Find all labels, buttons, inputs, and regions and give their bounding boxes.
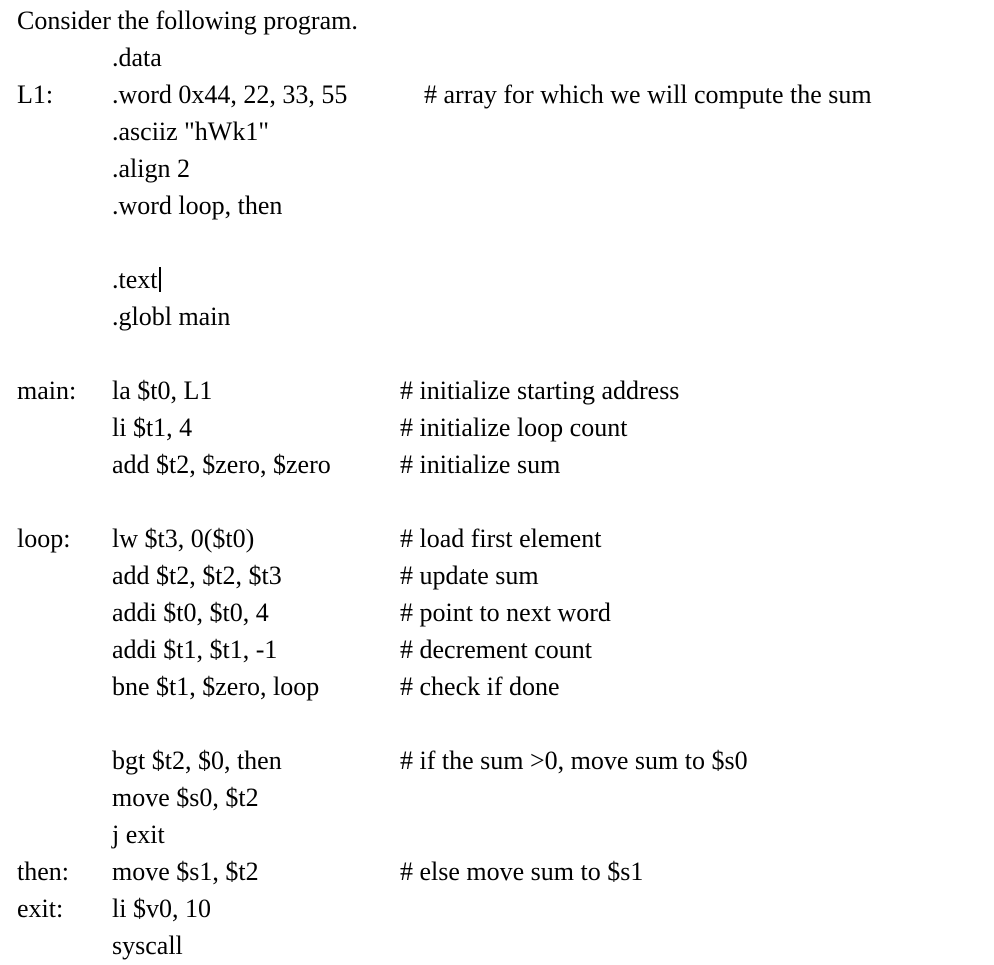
- code-line: syscall: [0, 927, 994, 964]
- code-instruction: .text: [112, 261, 161, 298]
- code-label: main:: [17, 376, 77, 405]
- code-instruction-text: .data: [112, 43, 162, 72]
- code-line: .asciiz "hWk1": [0, 113, 994, 150]
- code-instruction-text: addi $t1, $t1, -1: [112, 635, 278, 664]
- code-instruction: addi $t1, $t1, -1: [112, 631, 277, 668]
- code-instruction-text: .align 2: [112, 154, 190, 183]
- code-line: .word loop, then: [0, 187, 994, 224]
- code-instruction-text: move $s0, $t2: [112, 783, 259, 812]
- code-instruction-text: add $t2, $zero, $zero: [112, 450, 331, 479]
- code-comment: # check if done: [400, 672, 560, 701]
- code-label: exit:: [17, 894, 64, 923]
- code-instruction-text: .text: [112, 265, 158, 294]
- code-line: bne $t1, $zero, loop # check if done: [0, 668, 994, 705]
- code-line: move $s0, $t2: [0, 779, 994, 816]
- code-instruction-text: .word 0x44, 22, 33, 55: [112, 80, 348, 109]
- code-line: add $t2, $t2, $t3 # update sum: [0, 557, 994, 594]
- code-comment: # initialize loop count: [400, 413, 628, 442]
- code-instruction-text: add $t2, $t2, $t3: [112, 561, 282, 590]
- code-label: loop:: [17, 524, 71, 553]
- code-instruction: .word loop, then: [112, 187, 282, 224]
- code-line: j exit: [0, 816, 994, 853]
- code-instruction: li $v0, 10: [112, 890, 211, 927]
- code-label: L1:: [17, 80, 54, 109]
- code-instruction-text: .word loop, then: [112, 191, 283, 220]
- code-line: li $t1, 4 # initialize loop count: [0, 409, 994, 446]
- code-instruction-text: move $s1, $t2: [112, 857, 259, 886]
- code-instruction-text: bgt $t2, $0, then: [112, 746, 282, 775]
- code-instruction: add $t2, $zero, $zero: [112, 446, 331, 483]
- code-line: exit: li $v0, 10: [0, 890, 994, 927]
- code-comment: # if the sum >0, move sum to $s0: [400, 746, 748, 775]
- code-line: addi $t0, $t0, 4 # point to next word: [0, 594, 994, 631]
- code-line: .text: [0, 261, 994, 298]
- code-comment: # initialize sum: [400, 450, 561, 479]
- code-line: .data: [0, 39, 994, 76]
- code-instruction: .asciiz "hWk1": [112, 113, 269, 150]
- code-line: .align 2: [0, 150, 994, 187]
- code-line: bgt $t2, $0, then # if the sum >0, move s…: [0, 742, 994, 779]
- code-comment: # array for which we will compute the su…: [424, 80, 872, 109]
- code-instruction: .data: [112, 39, 162, 76]
- code-instruction: .word 0x44, 22, 33, 55: [112, 76, 347, 113]
- code-comment: # update sum: [400, 561, 539, 590]
- code-instruction: .globl main: [112, 298, 230, 335]
- code-comment: # decrement count: [400, 635, 593, 664]
- code-comment: # initialize starting address: [400, 376, 680, 405]
- code-line: addi $t1, $t1, -1 # decrement count: [0, 631, 994, 668]
- code-instruction: addi $t0, $t0, 4: [112, 594, 269, 631]
- code-instruction: .align 2: [112, 150, 190, 187]
- code-instruction: la $t0, L1: [112, 372, 212, 409]
- document-page: Consider the following program. .data L1:…: [0, 0, 994, 965]
- text-cursor-caret: [158, 267, 161, 292]
- code-instruction: move $s1, $t2: [112, 853, 259, 890]
- code-instruction-text: .globl main: [112, 302, 231, 331]
- code-instruction: lw $t3, 0($t0): [112, 520, 254, 557]
- code-instruction-text: bne $t1, $zero, loop: [112, 672, 320, 701]
- code-instruction: li $t1, 4: [112, 409, 192, 446]
- code-comment: # else move sum to $s1: [400, 857, 644, 886]
- code-instruction-text: .asciiz "hWk1": [112, 117, 269, 146]
- code-instruction: j exit: [112, 816, 165, 853]
- code-comment: # point to next word: [400, 598, 611, 627]
- code-comment: # load first element: [400, 524, 602, 553]
- code-instruction: bgt $t2, $0, then: [112, 742, 282, 779]
- code-line: add $t2, $zero, $zero # initialize sum: [0, 446, 994, 483]
- code-instruction: move $s0, $t2: [112, 779, 259, 816]
- code-line: then: move $s1, $t2 # else move sum to $s1: [0, 853, 994, 890]
- code-instruction: bne $t1, $zero, loop: [112, 668, 319, 705]
- intro-paragraph: Consider the following program.: [17, 6, 358, 35]
- code-line: loop: lw $t3, 0($t0) # load first element: [0, 520, 994, 557]
- code-listing: .data L1: .word 0x44, 22, 33, 55 # array fo…: [0, 39, 994, 964]
- code-line: .globl main: [0, 298, 994, 335]
- code-label: then:: [17, 857, 69, 886]
- code-instruction-text: syscall: [112, 931, 183, 960]
- code-instruction-text: la $t0, L1: [112, 376, 213, 405]
- code-instruction: add $t2, $t2, $t3: [112, 557, 282, 594]
- code-instruction-text: li $t1, 4: [112, 413, 193, 442]
- code-instruction-text: addi $t0, $t0, 4: [112, 598, 269, 627]
- code-line: L1: .word 0x44, 22, 33, 55 # array for whi…: [0, 76, 994, 113]
- code-instruction-text: j exit: [112, 820, 165, 849]
- code-instruction-text: li $v0, 10: [112, 894, 211, 923]
- code-instruction: syscall: [112, 927, 183, 964]
- code-line: main: la $t0, L1 # initialize starting add…: [0, 372, 994, 409]
- code-instruction-text: lw $t3, 0($t0): [112, 524, 255, 553]
